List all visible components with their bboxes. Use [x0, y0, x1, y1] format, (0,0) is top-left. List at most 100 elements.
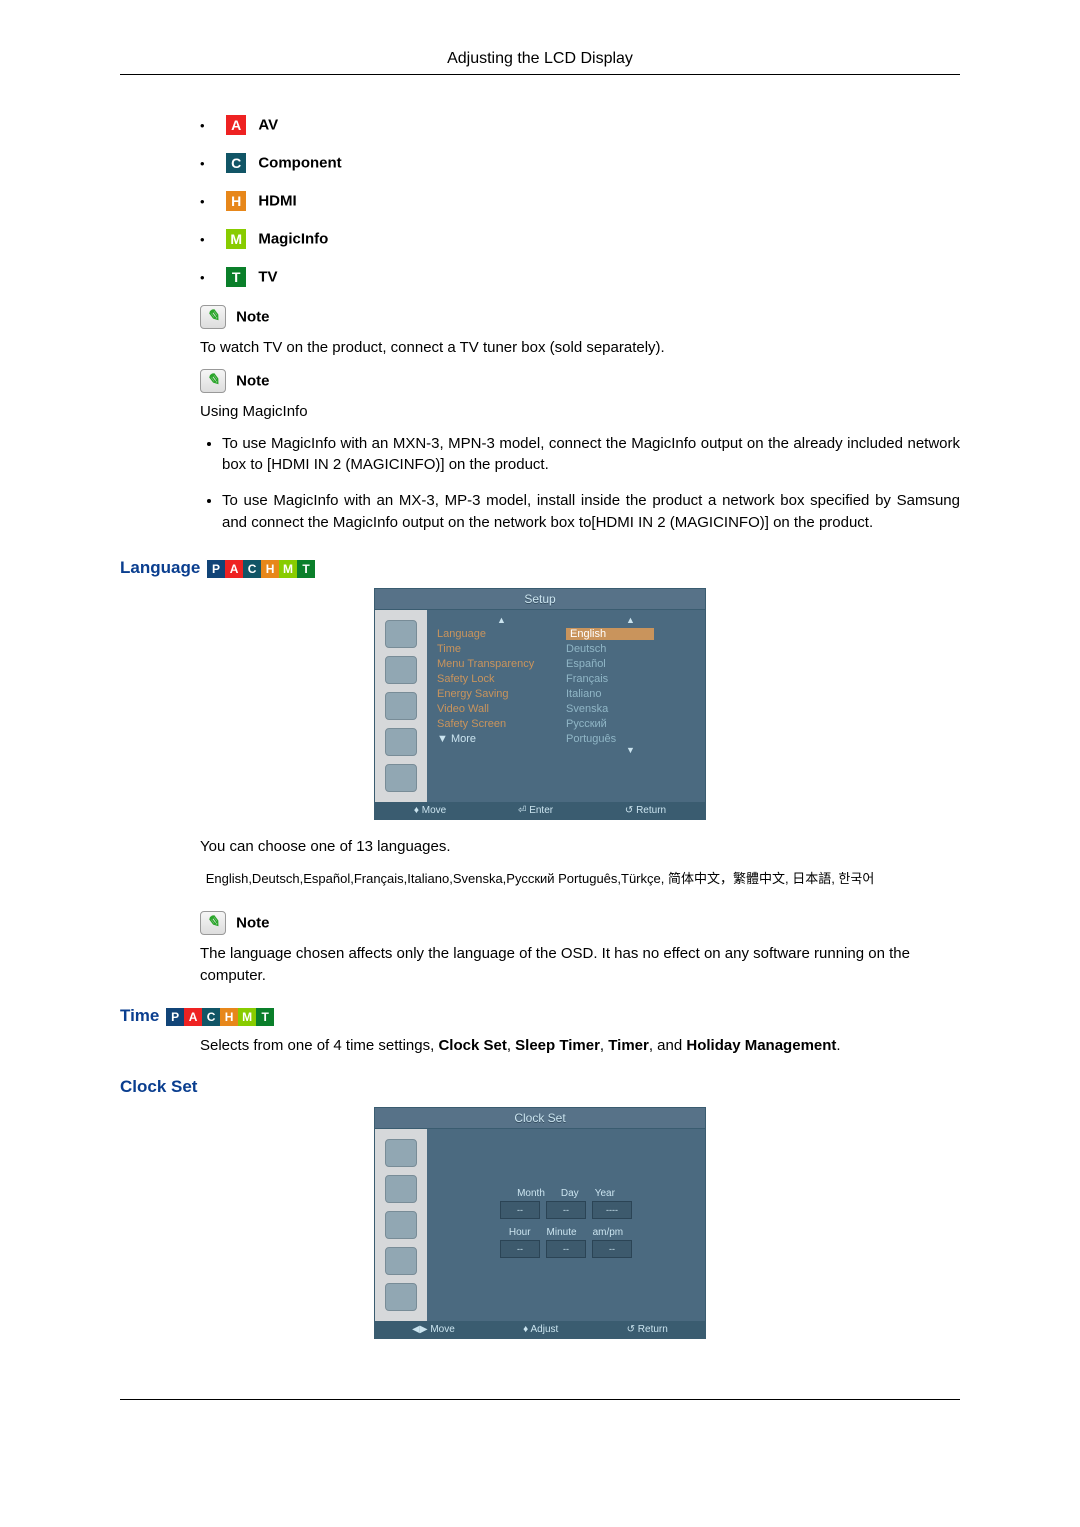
source-list: • A AV • C Component • H HDMI • M MagicI… — [200, 115, 960, 287]
badge-strip: PACHMT — [207, 558, 315, 577]
magicinfo-icon: M — [238, 1008, 256, 1026]
hdmi-icon: H — [226, 191, 246, 211]
osd-value: Svenska — [566, 703, 695, 715]
clock-box: -- — [546, 1240, 586, 1258]
osd-side-icon — [385, 1283, 417, 1311]
clock-box: ---- — [592, 1201, 632, 1219]
note-row: ✎ Note — [200, 369, 960, 393]
label-year: Year — [595, 1188, 615, 1199]
arrow-down-icon: ▼ — [566, 745, 695, 755]
source-label: MagicInfo — [258, 231, 328, 248]
bullet-icon: • — [200, 118, 210, 133]
osd-title: Setup — [375, 589, 705, 610]
bullet-icon: • — [200, 156, 210, 171]
osd-side-icon — [385, 728, 417, 756]
section-title: Time — [120, 1006, 159, 1025]
osd-side-icon — [385, 656, 417, 684]
osd-setup-screenshot: Setup ▲ Language Time Menu Transparency … — [374, 588, 706, 820]
section-time: Time PACHMT — [120, 1006, 960, 1027]
osd-footer: ◀▶ Move ♦ Adjust ↺ Return — [375, 1321, 705, 1338]
label-hour: Hour — [509, 1227, 531, 1238]
osd-value: Deutsch — [566, 643, 695, 655]
source-label: Component — [258, 155, 341, 172]
note-icon: ✎ — [200, 369, 226, 393]
clock-row-labels: Month Day Year — [517, 1188, 615, 1199]
osd-value: Español — [566, 658, 695, 670]
osd-side-icon — [385, 620, 417, 648]
magicinfo-bullets: To use MagicInfo with an MXN-3, MPN-3 mo… — [200, 433, 960, 534]
note-label: Note — [236, 309, 269, 326]
list-item: • T TV — [200, 267, 960, 287]
osd-value: Français — [566, 673, 695, 685]
hdmi-icon: H — [261, 560, 279, 578]
osd-item: Safety Lock — [437, 673, 566, 685]
tv-icon: T — [256, 1008, 274, 1026]
list-item: • H HDMI — [200, 191, 960, 211]
av-icon: A — [225, 560, 243, 578]
tv-icon: T — [297, 560, 315, 578]
osd-clockset-screenshot: Clock Set Month Day Year -- -- ---- — [374, 1107, 706, 1339]
osd-item: Video Wall — [437, 703, 566, 715]
note-row: ✎ Note — [200, 911, 960, 935]
section-language: Language PACHMT — [120, 558, 960, 579]
section-title: Language — [120, 558, 200, 577]
osd-sidebar — [375, 610, 427, 802]
component-icon: C — [202, 1008, 220, 1026]
p-icon: P — [207, 560, 225, 578]
osd-value-selected: English — [566, 628, 654, 640]
magicinfo-icon: M — [279, 560, 297, 578]
source-label: TV — [258, 269, 277, 286]
osd-hint-move: ◀▶ Move — [412, 1324, 455, 1335]
av-icon: A — [184, 1008, 202, 1026]
note-icon: ✎ — [200, 911, 226, 935]
bullet-icon: • — [200, 232, 210, 247]
osd-item-more: ▼ More — [437, 733, 566, 745]
language-choose-text: You can choose one of 13 languages. — [200, 836, 960, 858]
osd-item: Menu Transparency — [437, 658, 566, 670]
tv-icon: T — [226, 267, 246, 287]
osd-item: Energy Saving — [437, 688, 566, 700]
bullet-icon: • — [200, 194, 210, 209]
osd-hint-move: ♦ Move — [414, 805, 446, 816]
language-list-text: English,Deutsch,Español,Français,Italian… — [120, 868, 960, 887]
label-month: Month — [517, 1188, 545, 1199]
list-item: • A AV — [200, 115, 960, 135]
list-item: • M MagicInfo — [200, 229, 960, 249]
osd-menu-items: ▲ Language Time Menu Transparency Safety… — [437, 618, 566, 798]
osd-value: Italiano — [566, 688, 695, 700]
osd-side-icon — [385, 692, 417, 720]
osd-item: Time — [437, 643, 566, 655]
hdmi-icon: H — [220, 1008, 238, 1026]
using-magicinfo-text: Using MagicInfo — [200, 401, 960, 423]
osd-item: Safety Screen — [437, 718, 566, 730]
footer-rule — [120, 1399, 960, 1400]
clock-box: -- — [500, 1201, 540, 1219]
source-label: HDMI — [258, 193, 296, 210]
magicinfo-icon: M — [226, 229, 246, 249]
osd-hint-enter: ⏎ Enter — [518, 805, 553, 816]
osd-sidebar — [375, 1129, 427, 1321]
note-label: Note — [236, 372, 269, 389]
osd-item: Language — [437, 628, 566, 640]
osd-value: Português — [566, 733, 695, 745]
p-icon: P — [166, 1008, 184, 1026]
clock-row-boxes: -- -- -- — [500, 1240, 632, 1258]
time-intro-text: Selects from one of 4 time settings, Clo… — [200, 1035, 960, 1057]
clock-box: -- — [500, 1240, 540, 1258]
section-title: Clock Set — [120, 1077, 197, 1096]
osd-hint-adjust: ♦ Adjust — [523, 1324, 558, 1335]
osd-values: ▲ English Deutsch Español Français Itali… — [566, 618, 695, 798]
osd-side-icon — [385, 1175, 417, 1203]
clock-box: -- — [546, 1201, 586, 1219]
note-label: Note — [236, 914, 269, 931]
osd-value: Русский — [566, 718, 695, 730]
list-item: • C Component — [200, 153, 960, 173]
list-item: To use MagicInfo with an MXN-3, MPN-3 mo… — [222, 433, 960, 477]
note-tv-text: To watch TV on the product, connect a TV… — [200, 337, 960, 359]
osd-side-icon — [385, 1211, 417, 1239]
osd-side-icon — [385, 764, 417, 792]
osd-hint-return: ↺ Return — [627, 1324, 668, 1335]
clock-row-boxes: -- -- ---- — [500, 1201, 632, 1219]
component-icon: C — [226, 153, 246, 173]
bullet-icon: • — [200, 270, 210, 285]
